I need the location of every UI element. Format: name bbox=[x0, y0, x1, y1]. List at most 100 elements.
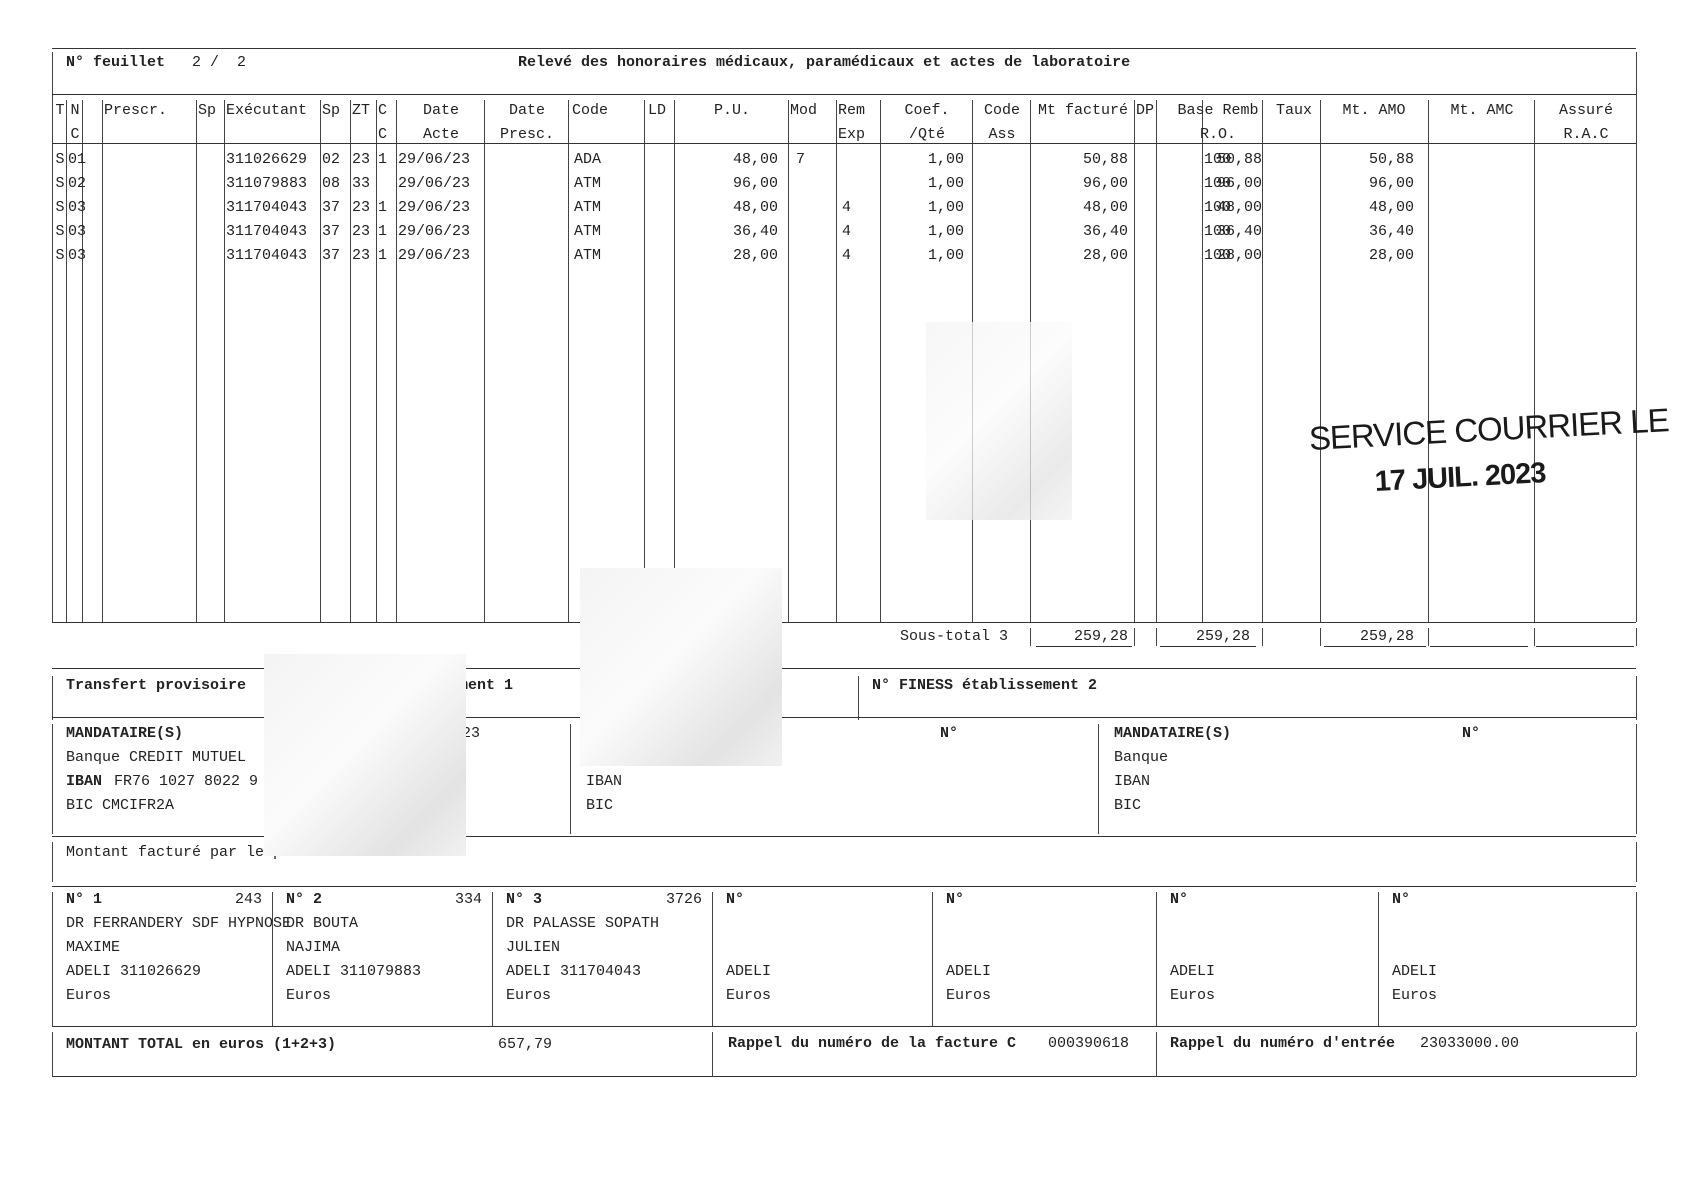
column-divider bbox=[788, 100, 789, 622]
frame-right bbox=[1636, 842, 1637, 882]
practitioner-divider bbox=[272, 892, 273, 1026]
cell-amo: 28,00 bbox=[1368, 247, 1414, 264]
cell-exec: 311026629 bbox=[226, 151, 308, 168]
cell-amo: 50,88 bbox=[1368, 151, 1414, 168]
column-divider bbox=[1262, 100, 1263, 622]
sheet-label: N° feuillet bbox=[66, 54, 166, 71]
subtotal-amo: 259,28 bbox=[1359, 628, 1414, 645]
cell-c: 1 bbox=[378, 247, 388, 264]
column-divider bbox=[52, 100, 53, 622]
cell-exec: 311079883 bbox=[226, 175, 308, 192]
cell-zt: 23 bbox=[352, 247, 371, 264]
cell-date: 29/06/23 bbox=[398, 175, 471, 192]
footer-sep bbox=[712, 1032, 713, 1076]
redaction-mask bbox=[580, 568, 782, 766]
mandataire2-iban: IBAN bbox=[586, 773, 623, 790]
document-title: Relevé des honoraires médicaux, paramédi… bbox=[518, 54, 1131, 71]
redaction-mask bbox=[926, 322, 1072, 520]
subtotal-sep bbox=[1320, 628, 1321, 646]
frame-right bbox=[1636, 52, 1637, 102]
service-courrier-stamp: SERVICE COURRIER LE bbox=[1308, 401, 1670, 457]
column-header: T bbox=[55, 102, 65, 119]
practitioner-no: N° bbox=[1170, 891, 1189, 908]
column-header: R.A.C bbox=[1563, 126, 1609, 143]
column-divider bbox=[1636, 100, 1637, 622]
practitioner-euros: Euros bbox=[506, 987, 552, 1004]
document-page: { "header": { "sheet_label": "N° feuille… bbox=[0, 0, 1688, 1188]
cell-coef: 1,00 bbox=[927, 199, 964, 216]
mandataire2-bic: BIC bbox=[586, 797, 614, 814]
transfer-sep bbox=[858, 676, 859, 720]
practitioner-firstname: MAXIME bbox=[66, 939, 121, 956]
mandataire-sep bbox=[1098, 724, 1099, 834]
subtotal-sep bbox=[1534, 628, 1535, 646]
transfer-label: Transfert provisoire bbox=[66, 677, 247, 694]
cell-c: 1 bbox=[378, 199, 388, 216]
cell-mt: 28,00 bbox=[1082, 247, 1128, 264]
subtotal-underline bbox=[1324, 646, 1426, 647]
practitioner-firstname: JULIEN bbox=[506, 939, 561, 956]
subtotal-sep bbox=[1636, 628, 1637, 646]
cell-n: 02 bbox=[68, 175, 87, 192]
stamp-date: 17 JUIL. 2023 bbox=[1374, 457, 1547, 498]
practitioner-euros: Euros bbox=[946, 987, 992, 1004]
subtotal-underline bbox=[1160, 646, 1256, 647]
column-header: Code bbox=[983, 102, 1020, 119]
column-divider bbox=[350, 100, 351, 622]
mandataire3-bic: BIC bbox=[1114, 797, 1142, 814]
practitioner-adeli: ADELI bbox=[1392, 963, 1438, 980]
cell-exec: 311704043 bbox=[226, 247, 308, 264]
column-header: C bbox=[378, 126, 388, 143]
practitioner-adeli: ADELI 311079883 bbox=[286, 963, 422, 980]
mandataire3-iban: IBAN bbox=[1114, 773, 1151, 790]
column-header: Rem bbox=[838, 102, 866, 119]
mandataire2-no: N° bbox=[940, 725, 959, 742]
frame-right bbox=[1636, 1032, 1637, 1076]
column-header: Date bbox=[508, 102, 545, 119]
footer-sep bbox=[1156, 1032, 1157, 1076]
cell-t: S bbox=[55, 151, 65, 168]
practitioner-adeli: ADELI 311704043 bbox=[506, 963, 642, 980]
practitioner-divider bbox=[1156, 892, 1157, 1026]
rappel-facture-label: Rappel du numéro de la facture C bbox=[728, 1035, 1017, 1052]
practitioner-adeli: ADELI 311026629 bbox=[66, 963, 202, 980]
frame-right bbox=[1636, 724, 1637, 834]
table-bottom-rule bbox=[52, 622, 1636, 623]
cell-n: 03 bbox=[68, 223, 87, 240]
column-header: Code bbox=[572, 102, 609, 119]
cell-coef: 1,00 bbox=[927, 175, 964, 192]
column-divider bbox=[224, 100, 225, 622]
practitioner-rule bbox=[52, 886, 1636, 887]
practitioner-euros: Euros bbox=[1170, 987, 1216, 1004]
subtotal-sep bbox=[1030, 628, 1031, 646]
subtotal-mt: 259,28 bbox=[1073, 628, 1128, 645]
column-header: LD bbox=[648, 102, 667, 119]
subtotal-base: 259,28 bbox=[1195, 628, 1250, 645]
practitioner-name: DR BOUTA bbox=[286, 915, 359, 932]
cell-taux: 100 bbox=[1204, 175, 1232, 192]
cell-code: ATM bbox=[574, 175, 602, 192]
practitioner-euros: Euros bbox=[726, 987, 772, 1004]
rappel-facture-value: 000390618 bbox=[1048, 1035, 1130, 1052]
subtotal-underline bbox=[1036, 646, 1132, 647]
column-divider bbox=[880, 100, 881, 622]
cell-coef: 1,00 bbox=[927, 247, 964, 264]
cell-coef: 1,00 bbox=[927, 223, 964, 240]
cell-zt: 23 bbox=[352, 223, 371, 240]
column-header: Sp bbox=[198, 102, 217, 119]
cell-zt: 23 bbox=[352, 151, 371, 168]
practitioner-divider bbox=[1378, 892, 1379, 1026]
practitioner-num: 334 bbox=[454, 891, 482, 908]
rappel-entree-value: 23033000.00 bbox=[1420, 1035, 1520, 1052]
column-header: R.O. bbox=[1199, 126, 1236, 143]
column-divider bbox=[1534, 100, 1535, 622]
practitioner-divider bbox=[1636, 892, 1637, 1026]
column-header: Mod bbox=[790, 102, 818, 119]
column-divider bbox=[196, 100, 197, 622]
subtotal-sep bbox=[1156, 628, 1157, 646]
cell-pu: 48,00 bbox=[732, 151, 778, 168]
practitioner-firstname: NAJIMA bbox=[286, 939, 341, 956]
frame-left bbox=[52, 676, 53, 720]
practitioner-name: DR FERRANDERY SDF HYPNOSE bbox=[66, 915, 292, 932]
practitioner-adeli: ADELI bbox=[1170, 963, 1216, 980]
